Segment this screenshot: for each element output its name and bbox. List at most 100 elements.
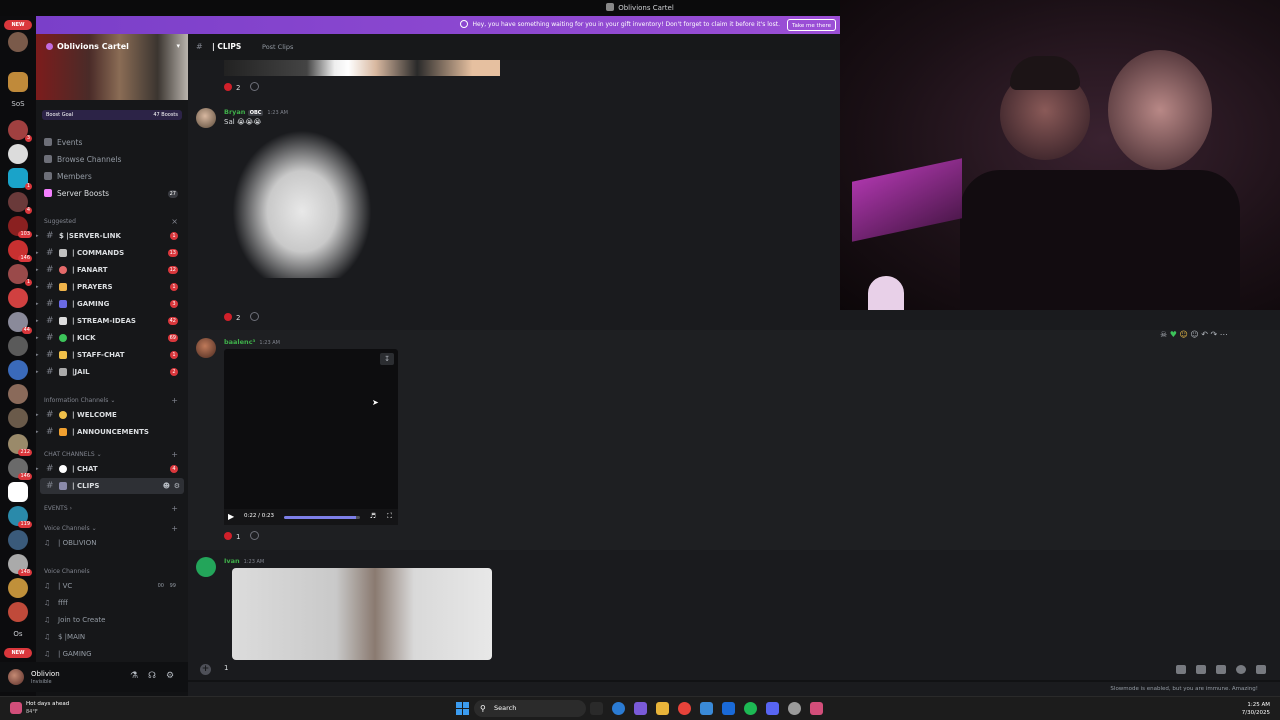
channel-gaming[interactable]: ▸ # | GAMING 3 [36,296,186,312]
server-icon[interactable] [8,336,28,356]
add-channel-icon[interactable]: + [171,450,178,460]
microphone-icon[interactable]: ⚗ [128,671,140,681]
channel-stream-ideas[interactable]: ▸ # | STREAM-IDEAS 42 [36,313,186,329]
server-label-sos[interactable]: SoS [2,100,34,108]
new-pill[interactable]: NEW [4,20,32,30]
fullscreen-icon[interactable]: ⛶ [387,512,392,521]
reaction-emoji-icon[interactable] [224,532,232,540]
server-icon[interactable] [8,482,28,502]
category-events[interactable]: EVENTS › + [44,504,182,514]
channel-announcements[interactable]: ▸ # | ANNOUNCEMENTS [36,424,186,440]
channel-jail[interactable]: ▸ # |JAIL 2 [36,364,186,380]
attachment-image[interactable] [232,568,492,660]
channel-kick[interactable]: ▸ # | KICK 69 [36,330,186,346]
channel-fanart[interactable]: ▸ # | FANART 12 [36,262,186,278]
apps-icon[interactable] [1256,665,1266,674]
start-icon[interactable] [456,702,469,715]
server-icon[interactable]: 148 [8,554,32,576]
server-icon[interactable]: 212 [8,434,32,456]
channel-commands[interactable]: ▸ # | COMMANDS 13 [36,245,186,261]
nav-members[interactable]: Members [44,170,182,184]
gear-icon[interactable]: ⚙ [164,671,176,681]
chevron-down-icon[interactable]: ▾ [176,42,180,50]
server-icon[interactable] [8,144,28,164]
taskbar-search[interactable]: ⚲ Search [474,700,586,717]
avatar[interactable] [196,108,216,128]
video-progress-bar[interactable] [284,516,360,519]
chrome-icon[interactable] [678,702,691,715]
gif-icon[interactable] [1196,665,1206,674]
volume-icon[interactable]: ♬ [370,512,376,520]
spotify-icon[interactable] [744,702,757,715]
post-clips-link[interactable]: Post Clips [262,43,293,51]
weather-title[interactable]: Hot days ahead [26,701,69,707]
category-chat[interactable]: CHAT CHANNELS ⌄ + [44,450,182,460]
avatar[interactable] [196,557,216,577]
channel-prayers[interactable]: ▸ # | PRAYERS 1 [36,279,186,295]
add-reaction-icon[interactable] [250,531,260,540]
channel-clips[interactable]: # | CLIPS ☻ ⚙ [40,478,184,494]
server-icon[interactable]: 1 [8,264,32,286]
avatar[interactable] [8,669,24,685]
task-view-icon[interactable] [590,702,603,715]
download-icon[interactable]: ↧ [380,353,394,365]
file-explorer-icon[interactable] [656,702,669,715]
add-channel-icon[interactable]: + [171,524,178,534]
reaction-emoji-icon[interactable] [224,83,232,91]
voice-channel-join-to-create[interactable]: ♫ Join to Create [44,612,184,628]
outlook-icon[interactable] [722,702,735,715]
add-channel-icon[interactable]: + [171,504,178,514]
headphones-icon[interactable]: ☊ [146,671,158,681]
add-attachment-icon[interactable]: + [200,664,211,675]
voice-channel-ffff[interactable]: ♫ ffff [44,595,184,611]
message-input[interactable]: 1 [224,664,228,672]
reaction-icon[interactable]: ♥ [1170,330,1177,339]
emoji-icon[interactable] [1236,665,1246,674]
sticker-icon[interactable] [1216,665,1226,674]
skull-reaction-icon[interactable]: ☠ [1160,330,1167,339]
server-icon[interactable]: 146 [8,240,32,262]
voice-channel-oblivion[interactable]: ♫ | OBLIVION [44,535,184,551]
voice-channel-gaming[interactable]: ♫ | GAMING [44,646,184,662]
avatar[interactable] [196,338,216,358]
add-reaction-icon[interactable] [250,82,260,91]
emoji-reaction-icon[interactable]: ☺ [1179,330,1187,339]
play-icon[interactable]: ▶ [228,512,234,521]
video-player[interactable]: ↧ ▶ 0:22 / 0:23 ♬ ⛶ [224,349,398,525]
server-icon[interactable]: 4 [8,192,32,214]
new-pill[interactable]: NEW [4,648,32,658]
attachment-image[interactable] [224,60,500,76]
server-icon[interactable]: 119 [8,506,32,528]
message-author[interactable]: Bryan [224,108,245,116]
gift-icon[interactable] [1176,665,1186,674]
add-channel-icon[interactable]: + [171,396,178,406]
message-author[interactable]: baalenc³ [224,338,255,346]
sticker-image[interactable] [232,130,372,278]
add-reaction-icon[interactable] [250,312,260,321]
server-icon[interactable] [8,72,28,92]
discord-icon[interactable] [766,702,779,715]
category-voice-2[interactable]: Voice Channels [44,567,182,577]
category-voice-1[interactable]: Voice Channels ⌄ + [44,524,182,534]
channel-staff-chat[interactable]: ▸ # | STAFF-CHAT 1 [36,347,186,363]
server-icon[interactable]: 146 [8,458,32,480]
server-icon[interactable]: 3 [8,120,32,142]
server-label-os[interactable]: Os [2,630,34,638]
nav-events[interactable]: Events [44,136,182,150]
channel-chat[interactable]: ▸ # | CHAT 4 [36,461,186,477]
app-icon[interactable] [810,702,823,715]
server-icon[interactable]: 103 [8,216,32,238]
store-icon[interactable] [700,702,713,715]
server-icon[interactable] [8,578,28,598]
category-information[interactable]: Information Channels ⌄ + [44,396,182,406]
weather-icon[interactable] [10,702,22,714]
channel-server-link[interactable]: ▸ # $ |SERVER-LINK 1 [36,228,186,244]
edge-icon[interactable] [612,702,625,715]
category-suggested[interactable]: Suggested × [44,217,182,227]
message-composer[interactable]: + 1 [188,660,1280,680]
app-icon[interactable] [788,702,801,715]
voice-channel-main[interactable]: ♫ $ |MAIN [44,629,184,645]
nav-server-boosts[interactable]: Server Boosts 27 [44,187,182,201]
boost-goal-bar[interactable]: Boost Goal 47 Boosts [42,110,182,120]
gear-icon[interactable]: ⚙ [174,478,180,494]
